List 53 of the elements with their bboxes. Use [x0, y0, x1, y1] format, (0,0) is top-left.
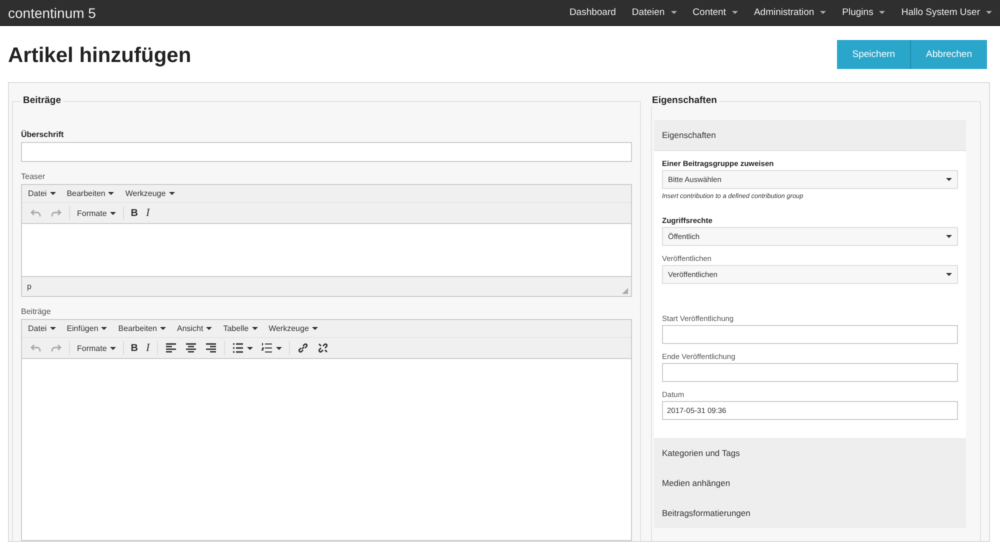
accordion-header[interactable]: Kategorien und Tags — [654, 438, 966, 468]
caret-icon — [879, 11, 886, 14]
caret-icon — [160, 327, 166, 330]
editor-menu[interactable]: Bearbeiten — [118, 324, 166, 333]
formats-dropdown[interactable]: Formate — [73, 344, 120, 352]
italic-button[interactable]: I — [142, 342, 154, 354]
editor-menu[interactable]: Werkzeuge — [268, 324, 318, 333]
field-label: Überschrift — [21, 130, 65, 139]
caret-icon — [670, 11, 677, 14]
caret-icon — [108, 192, 114, 195]
element-path: p — [27, 282, 32, 291]
caret-icon — [101, 327, 108, 330]
editor-menu[interactable]: Datei — [28, 324, 56, 333]
bold-button[interactable]: B — [126, 208, 142, 218]
editor-menu[interactable]: Bearbeiten — [66, 189, 114, 198]
field-label: Teaser — [21, 172, 46, 181]
editor-menu[interactable]: Datei — [28, 189, 56, 198]
caret-icon — [110, 212, 116, 214]
caret-icon — [168, 192, 175, 195]
caret-icon — [50, 192, 56, 195]
input-field[interactable] — [662, 325, 958, 344]
caret-icon — [820, 11, 826, 14]
fieldset-legend: Eigenschaften — [650, 95, 719, 106]
nav-link[interactable]: Dateien — [624, 7, 685, 18]
nav-link[interactable]: Plugins — [834, 7, 894, 18]
brand-title[interactable]: contentinum 5 — [8, 4, 96, 20]
editor-menu[interactable]: Einfügen — [66, 324, 108, 333]
caret-icon — [252, 327, 258, 330]
formats-dropdown[interactable]: Formate — [73, 208, 120, 218]
caret-icon — [312, 327, 318, 330]
editor-menu[interactable]: Werkzeuge — [125, 189, 175, 198]
caret-icon — [50, 327, 56, 330]
nav-link[interactable]: Dashboard — [561, 7, 624, 18]
field-label: Beiträge — [21, 307, 52, 316]
accordion-header[interactable]: Beitragsformatierungen — [654, 498, 966, 528]
caret-icon — [732, 11, 738, 14]
nav-link[interactable]: Content — [684, 7, 746, 18]
caret-icon — [986, 11, 992, 14]
accordion-header[interactable]: Medien anhängen — [654, 468, 966, 498]
nav-link[interactable]: Hallo System User — [893, 7, 1000, 18]
editor-menu[interactable]: Tabelle — [223, 324, 258, 333]
caret-icon — [110, 346, 116, 350]
resize-grip-icon[interactable] — [622, 288, 628, 294]
accordion-header[interactable]: Eigenschaften — [654, 120, 966, 151]
nav-link[interactable]: Administration — [746, 7, 834, 18]
heading-input[interactable] — [21, 142, 632, 162]
fieldset-legend: Beiträge — [21, 95, 64, 106]
editor-menu[interactable]: Ansicht — [176, 324, 212, 333]
bold-button[interactable]: B — [126, 342, 142, 354]
caret-icon — [206, 327, 212, 330]
italic-button[interactable]: I — [142, 207, 154, 219]
page-title: Artikel hinzufügen — [8, 44, 192, 68]
input-field[interactable] — [662, 363, 958, 382]
